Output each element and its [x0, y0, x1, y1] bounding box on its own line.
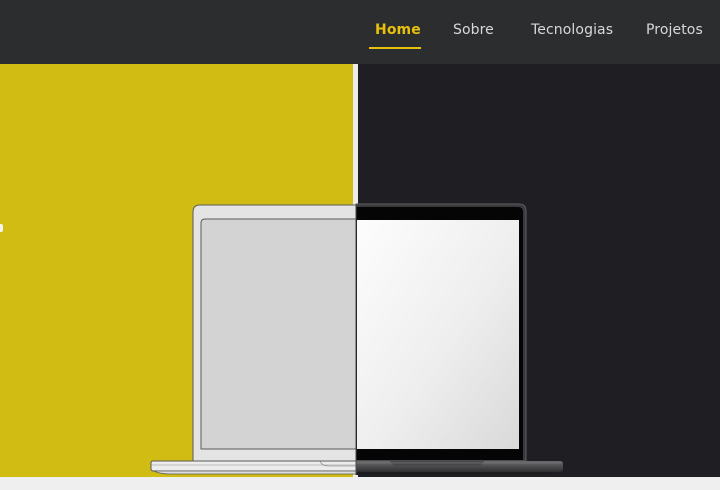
laptop-sketch-half [150, 204, 357, 475]
laptop-icon [150, 203, 563, 475]
laptop-real-half [355, 203, 563, 475]
page: Home Sobre Tecnologias Projetos [0, 0, 720, 490]
